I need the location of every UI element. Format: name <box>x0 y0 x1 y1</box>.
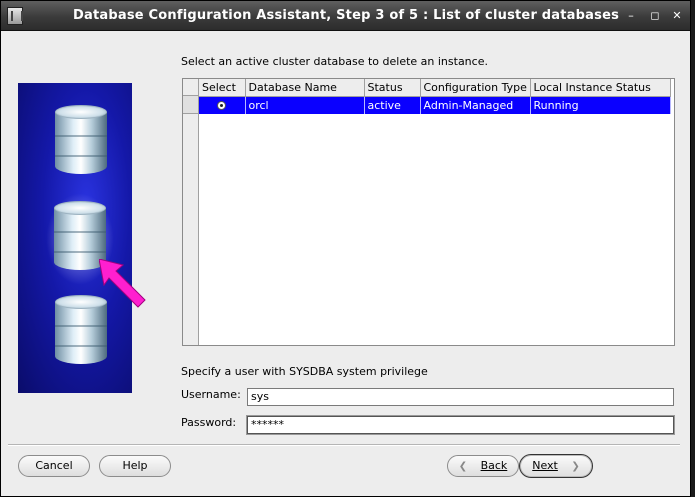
dbca-window: Database Configuration Assistant, Step 3… <box>0 0 691 497</box>
password-label: Password: <box>181 416 237 429</box>
sysdba-prompt: Specify a user with SYSDBA system privil… <box>181 365 428 378</box>
status-cell: active <box>364 96 421 114</box>
back-button-label: Back <box>480 459 508 472</box>
minimize-icon[interactable]: – <box>624 9 638 22</box>
help-button[interactable]: Help <box>99 455 171 477</box>
username-label: Username: <box>181 388 241 401</box>
table-row[interactable]: orcl active Admin-Managed Running <box>199 96 671 114</box>
side-illustration <box>18 83 132 393</box>
column-header-database-name[interactable]: Database Name <box>245 79 365 97</box>
window-title: Database Configuration Assistant, Step 3… <box>73 8 620 23</box>
cancel-button[interactable]: Cancel <box>18 455 90 477</box>
next-button-label: Next <box>532 459 558 472</box>
select-radio[interactable] <box>217 101 226 111</box>
select-prompt: Select an active cluster database to del… <box>181 55 488 68</box>
next-button[interactable]: Next ❯ <box>519 454 593 478</box>
configuration-type-cell: Admin-Managed <box>420 96 531 114</box>
username-input[interactable]: sys <box>247 388 674 406</box>
password-input[interactable]: ****** <box>246 415 675 435</box>
back-button[interactable]: ❮ Back <box>447 455 519 477</box>
column-header-configuration-type[interactable]: Configuration Type <box>420 79 531 97</box>
title-bar[interactable]: Database Configuration Assistant, Step 3… <box>1 1 690 31</box>
database-name-cell: orcl <box>245 96 365 114</box>
select-cell[interactable] <box>199 96 246 114</box>
close-icon[interactable]: ✕ <box>670 9 684 22</box>
cluster-database-table[interactable]: Select Database Name Status Configuratio… <box>182 78 675 346</box>
column-header-select[interactable]: Select <box>199 79 246 97</box>
column-header-status[interactable]: Status <box>364 79 421 97</box>
chevron-left-icon: ❮ <box>458 461 468 472</box>
column-header-local-instance-status[interactable]: Local Instance Status <box>530 79 671 97</box>
local-instance-status-cell: Running <box>530 96 671 114</box>
button-divider <box>8 444 680 446</box>
database-cylinder-icon <box>55 105 107 181</box>
row-header-column <box>183 79 199 345</box>
pointer-arrow-icon <box>99 259 146 308</box>
chevron-right-icon: ❯ <box>571 461 580 472</box>
maximize-icon[interactable]: ◻ <box>648 9 662 22</box>
app-icon[interactable] <box>7 7 23 25</box>
